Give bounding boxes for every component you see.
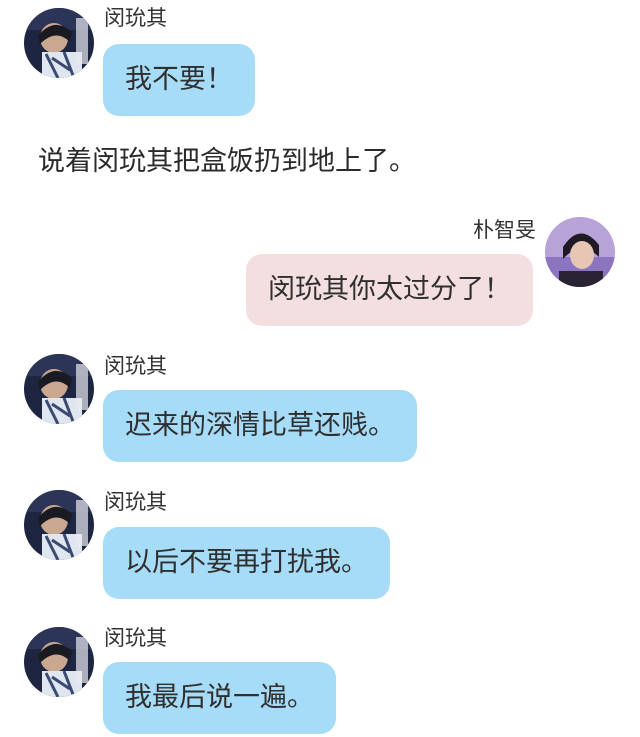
avatar-photo-icon xyxy=(24,8,94,78)
user-avatar[interactable] xyxy=(545,217,615,287)
avatar-photo-icon xyxy=(24,627,94,697)
message-bubble[interactable]: 闵玧其你太过分了！ xyxy=(246,254,533,326)
sender-avatar[interactable] xyxy=(24,627,94,697)
sender-name: 闵玧其 xyxy=(104,354,167,378)
narration-text: 说着闵玧其把盒饭扔到地上了。 xyxy=(38,146,416,177)
sender-name: 闵玧其 xyxy=(104,6,167,30)
sender-name: 朴智旻 xyxy=(473,218,536,242)
sender-name: 闵玧其 xyxy=(104,490,167,514)
sender-avatar[interactable] xyxy=(24,8,94,78)
message-bubble[interactable]: 迟来的深情比草还贱。 xyxy=(103,390,417,462)
message-bubble[interactable]: 以后不要再打扰我。 xyxy=(103,527,390,599)
avatar-photo-icon xyxy=(545,217,615,287)
avatar-photo-icon xyxy=(24,354,94,424)
message-bubble[interactable]: 我最后说一遍。 xyxy=(103,662,336,734)
sender-avatar[interactable] xyxy=(24,490,94,560)
message-bubble[interactable]: 我不要！ xyxy=(103,44,255,116)
sender-name: 闵玧其 xyxy=(104,626,167,650)
avatar-photo-icon xyxy=(24,490,94,560)
sender-avatar[interactable] xyxy=(24,354,94,424)
